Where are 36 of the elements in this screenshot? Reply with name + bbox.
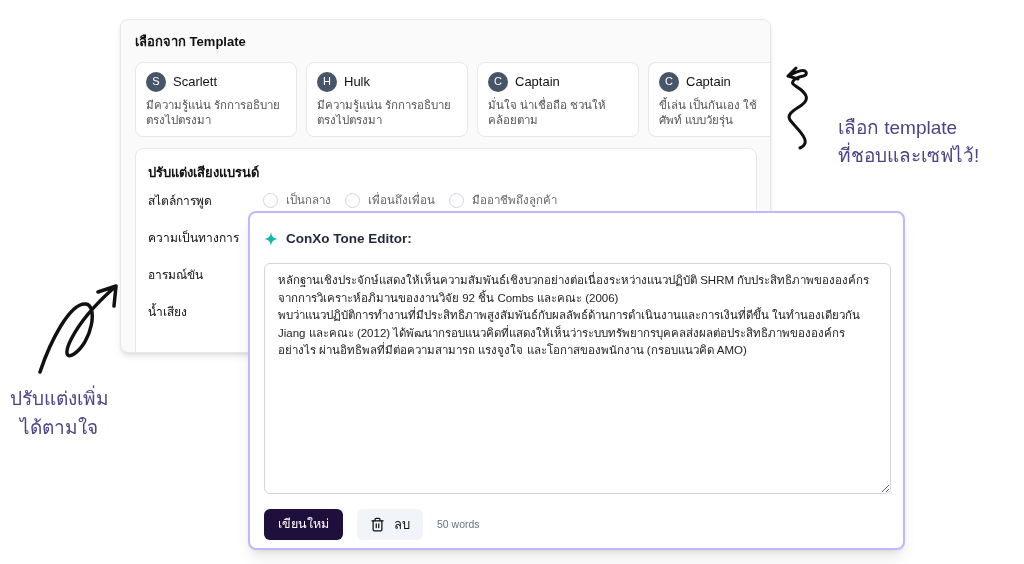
sparkle-icon	[264, 232, 278, 247]
radio-option[interactable]: มืออาชีพถึงลูกค้า	[449, 191, 557, 210]
editor-title: ConXo Tone Editor:	[286, 230, 412, 248]
trash-icon	[370, 517, 385, 533]
panel-title: เลือกจาก Template	[135, 33, 247, 51]
section-title: ปรับแต่งเสียงแบรนด์	[148, 163, 260, 182]
setting-label: ความเป็นทางการ	[148, 229, 240, 247]
annotation-text: ปรับแต่งเพิ่ม	[0, 384, 118, 413]
setting-label: อารมณ์ขัน	[148, 266, 204, 284]
setting-label: น้ำเสียง	[148, 302, 188, 321]
avatar-initial: C	[488, 71, 508, 92]
annotation-text: เลือก template	[838, 116, 959, 140]
avatar-initial: H	[317, 71, 337, 92]
radio-option[interactable]: เป็นกลาง	[263, 191, 331, 210]
annotation-text: ได้ตามใจ	[18, 416, 99, 440]
text-area[interactable]: หลักฐานเชิงประจักษ์แสดงให้เห็นความสัมพันธ์เชิงบวกอย่างต่อเนื่องระหว่างแนวปฏิบัติ SHRM กับประสิทธิภาพขององค์กร จากการวิเคราะห์อภิมานของงานวิจัย 92 ชิ้น Combs และคณะ (2006) พบว่าแนวปฏิบัติการทำงานที่มีประสิทธิภาพสูงสัมพันธ์กับผลลัพธ์ด้านการดำเนินงานและการเงินที่ดีขึ้น ในทำนองเดียวกัน Jiang และคณะ (2012) ได้พัฒนากรอบแนวคิดที่แสดงให้เห็นว่าระบบทรัพยากรบุคคลส่งผลต่อประสิทธิภาพขององค์กรอย่างไร ผ่านอิทธิพลที่มีต่อความสามารถ แรงจูงใจ และโอกาสของพนักงาน (กรอบแนวคิด AMO)	[264, 263, 891, 495]
annotation-text: ที่ชอบและเซฟไว้!	[838, 142, 980, 170]
avatar-initial: C	[659, 71, 679, 92]
rewrite-button[interactable]: เขียนใหม่	[264, 509, 343, 541]
template-card[interactable]: C Captain ขี้เล่น เป็นกันเอง ใช้ศัพท์ แบบวัยรุ่น	[648, 61, 770, 137]
word-count: 50 words	[437, 516, 480, 532]
template-description: ขี้เล่น เป็นกันเอง ใช้ศัพท์ แบบวัยรุ่น	[659, 97, 759, 128]
template-name: Hulk	[344, 72, 370, 91]
setting-label: สไตล์การพูด	[148, 192, 213, 210]
radio-option[interactable]: เพื่อนถึงเพื่อน	[345, 191, 435, 210]
template-description: มีความรู้แน่น รักการอธิบาย ตรงไปตรงมา	[146, 97, 282, 128]
template-card[interactable]: C Captain มั่นใจ น่าเชื่อถือ ชวนให้คล้อยตาม	[477, 61, 639, 137]
template-name: Captain	[686, 72, 731, 91]
template-card[interactable]: H Hulk มีความรู้แน่น รักการอธิบาย ตรงไปตรงมา	[306, 61, 468, 137]
avatar-initial: S	[146, 71, 166, 92]
template-card[interactable]: S Scarlett มีความรู้แน่น รักการอธิบาย ตรงไปตรงมา	[135, 61, 297, 137]
template-description: มั่นใจ น่าเชื่อถือ ชวนให้คล้อยตาม	[488, 97, 608, 128]
template-name: Captain	[515, 72, 560, 91]
template-name: Scarlett	[173, 72, 218, 91]
template-description: มีความรู้แน่น รักการอธิบาย ตรงไปตรงมา	[317, 97, 453, 128]
delete-button[interactable]: ลบ	[357, 509, 423, 541]
